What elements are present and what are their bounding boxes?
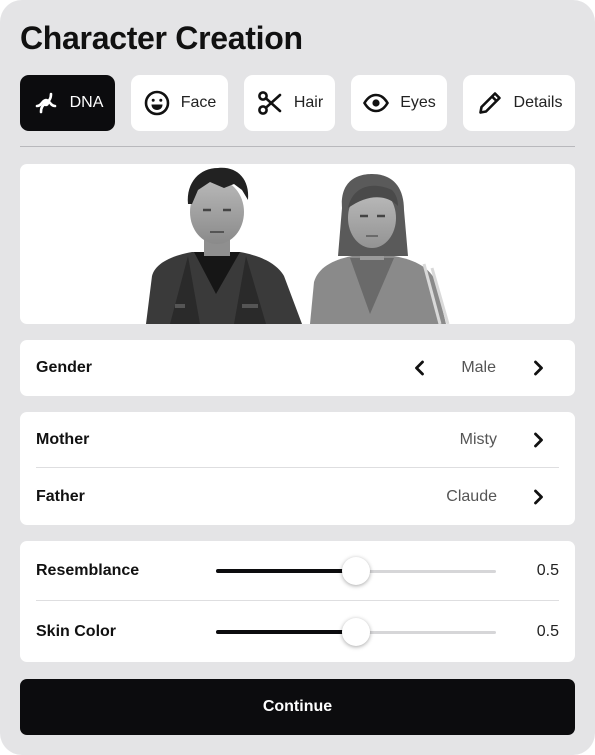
skin-color-value: 0.5 bbox=[536, 623, 559, 640]
gender-card: Gender Male bbox=[20, 340, 575, 396]
resemblance-value: 0.5 bbox=[536, 562, 559, 579]
resemblance-row: Resemblance 0.5 bbox=[36, 543, 559, 601]
continue-button[interactable]: Continue bbox=[20, 679, 575, 735]
pencil-icon bbox=[476, 89, 504, 117]
slider-fill bbox=[216, 630, 356, 634]
tab-dna[interactable]: DNA bbox=[20, 75, 115, 131]
father-label: Father bbox=[36, 488, 85, 505]
dna-icon bbox=[32, 89, 60, 117]
chevron-right-icon bbox=[534, 489, 543, 505]
mother-label: Mother bbox=[36, 431, 90, 448]
gender-next-button[interactable] bbox=[529, 359, 547, 377]
character-preview bbox=[20, 164, 575, 324]
divider bbox=[20, 146, 575, 147]
father-value: Claude bbox=[446, 488, 497, 505]
tab-hair[interactable]: Hair bbox=[244, 75, 335, 131]
tab-label: Hair bbox=[293, 94, 324, 111]
gender-label: Gender bbox=[36, 359, 93, 376]
chevron-right-icon bbox=[534, 432, 543, 448]
character-preview-image bbox=[146, 167, 450, 324]
tab-label: DNA bbox=[69, 94, 104, 111]
character-creation-panel: Character Creation DNA Face Hair Eyes De… bbox=[0, 0, 595, 755]
slider-thumb[interactable] bbox=[342, 618, 370, 646]
tab-label: Face bbox=[180, 94, 217, 111]
tab-label: Details bbox=[513, 94, 563, 111]
skin-color-slider[interactable] bbox=[216, 617, 496, 647]
row-divider bbox=[36, 600, 559, 601]
tab-label: Eyes bbox=[400, 94, 436, 111]
gender-value: Male bbox=[461, 359, 496, 376]
smiley-face-icon bbox=[143, 89, 171, 117]
mother-value: Misty bbox=[459, 431, 497, 448]
male-character-portrait bbox=[146, 167, 302, 324]
tab-details[interactable]: Details bbox=[463, 75, 575, 131]
skin-color-label: Skin Color bbox=[36, 623, 117, 640]
slider-fill bbox=[216, 569, 356, 573]
father-row[interactable]: Father Claude bbox=[36, 469, 559, 525]
female-character-portrait bbox=[310, 174, 450, 324]
sliders-card: Resemblance 0.5 Skin Color 0.5 bbox=[20, 541, 575, 662]
gender-row: Gender Male bbox=[36, 340, 559, 396]
slider-thumb[interactable] bbox=[342, 557, 370, 585]
tab-bar: DNA Face Hair Eyes Details bbox=[20, 75, 575, 131]
tab-eyes[interactable]: Eyes bbox=[351, 75, 447, 131]
row-divider bbox=[36, 467, 559, 468]
tab-face[interactable]: Face bbox=[131, 75, 228, 131]
chevron-left-icon bbox=[415, 360, 424, 376]
parents-card: Mother Misty Father Claude bbox=[20, 412, 575, 525]
gender-prev-button[interactable] bbox=[411, 359, 429, 377]
resemblance-label: Resemblance bbox=[36, 562, 140, 579]
mother-row[interactable]: Mother Misty bbox=[36, 412, 559, 468]
eye-icon bbox=[362, 89, 390, 117]
scissors-icon bbox=[256, 89, 284, 117]
mother-next-button[interactable] bbox=[529, 431, 547, 449]
father-next-button[interactable] bbox=[529, 488, 547, 506]
resemblance-slider[interactable] bbox=[216, 556, 496, 586]
skin-color-row: Skin Color 0.5 bbox=[36, 604, 559, 660]
chevron-right-icon bbox=[534, 360, 543, 376]
page-title: Character Creation bbox=[20, 20, 303, 56]
